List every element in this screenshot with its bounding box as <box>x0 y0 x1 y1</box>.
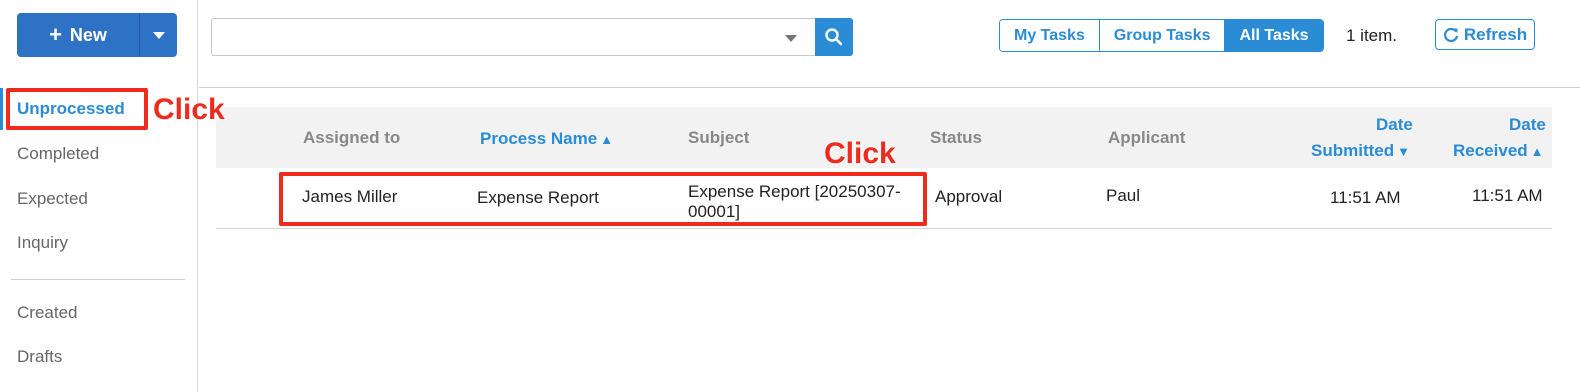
cell-applicant: Paul <box>1106 186 1141 205</box>
row-divider <box>216 228 1552 229</box>
tab-group-tasks[interactable]: Group Tasks <box>1099 20 1226 51</box>
new-button[interactable]: + New <box>17 13 140 57</box>
nav-divider <box>11 279 185 280</box>
new-button-label: New <box>69 24 107 45</box>
cell-date-received: 11:51 AM <box>1472 186 1543 205</box>
highlight-box-row <box>279 172 927 226</box>
refresh-button[interactable]: Refresh <box>1435 19 1535 50</box>
sort-desc-icon: ▼︎ <box>1397 144 1410 159</box>
plus-icon: + <box>49 22 62 47</box>
refresh-icon <box>1443 27 1458 42</box>
header-assigned-to[interactable]: Assigned to <box>303 128 400 148</box>
search-bar <box>211 18 853 56</box>
click-annotation-2: Click <box>824 137 896 170</box>
search-input[interactable] <box>211 18 815 56</box>
chevron-down-icon <box>152 31 165 39</box>
sort-icon: ▲︎ <box>1530 144 1544 159</box>
new-dropdown-button[interactable] <box>140 13 177 57</box>
header-date-received[interactable]: Received ▲︎ <box>1453 141 1544 161</box>
cell-status: Approval <box>935 187 1003 206</box>
header-applicant[interactable]: Applicant <box>1108 128 1185 148</box>
sidebar-item-created[interactable]: Created <box>17 303 77 323</box>
item-count: 1 item. <box>1346 26 1398 45</box>
task-filter-tabs: My Tasks Group Tasks All Tasks <box>999 19 1324 52</box>
header-date-received-label: Received <box>1453 141 1528 160</box>
tab-my-tasks[interactable]: My Tasks <box>1000 20 1100 51</box>
click-annotation-1: Click <box>153 93 225 126</box>
search-icon <box>825 28 843 46</box>
highlight-box-unprocessed <box>6 88 148 130</box>
header-date-submitted-label: Submitted <box>1311 141 1395 160</box>
header-process-name-label: Process Name <box>480 129 598 148</box>
header-date-submitted[interactable]: Submitted ▼︎ <box>1311 141 1410 161</box>
active-nav-indicator <box>0 88 3 130</box>
refresh-button-label: Refresh <box>1463 24 1528 44</box>
sidebar-item-drafts[interactable]: Drafts <box>17 347 62 367</box>
sidebar-item-completed[interactable]: Completed <box>17 144 99 164</box>
toolbar-divider <box>199 87 1580 88</box>
header-date-received-line1[interactable]: Date <box>1509 115 1546 135</box>
search-button[interactable] <box>815 18 853 56</box>
header-process-name[interactable]: Process Name ▲︎ <box>480 129 613 149</box>
header-date-submitted-line1[interactable]: Date <box>1376 115 1413 135</box>
cell-date-submitted: 11:51 AM <box>1330 188 1401 207</box>
new-button-group: + New <box>17 13 177 57</box>
header-status[interactable]: Status <box>930 128 982 148</box>
sort-icon: ▲︎ <box>600 132 614 147</box>
tab-all-tasks[interactable]: All Tasks <box>1225 20 1323 51</box>
header-subject[interactable]: Subject <box>688 128 749 148</box>
sidebar-item-expected[interactable]: Expected <box>17 189 88 209</box>
sidebar: + New Unprocessed Completed Expected Inq… <box>0 0 198 392</box>
sidebar-item-inquiry[interactable]: Inquiry <box>17 233 68 253</box>
chevron-down-icon[interactable] <box>785 35 797 42</box>
